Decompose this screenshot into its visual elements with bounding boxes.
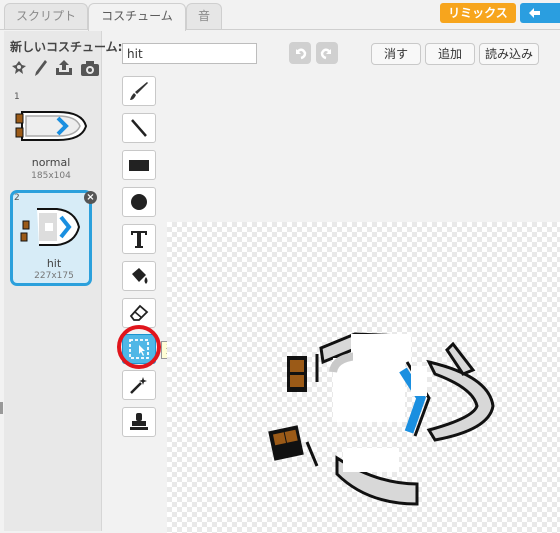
ellipse-icon (131, 194, 147, 210)
highlight-ring (117, 325, 161, 369)
tool-brush[interactable] (122, 76, 156, 106)
tool-eraser[interactable] (122, 298, 156, 328)
brush-icon (130, 82, 148, 100)
tab-divider (0, 29, 560, 30)
costume-editor: スクリプト コスチューム 音 リミックス 新しいコスチューム: 1 normal… (0, 0, 560, 533)
import-button[interactable]: 読み込み (479, 43, 539, 65)
tab-costumes[interactable]: コスチューム (88, 3, 186, 31)
paint-canvas[interactable] (167, 222, 560, 533)
tool-magic-wand[interactable] (122, 370, 156, 400)
redo-button[interactable] (316, 42, 338, 64)
costume-name: normal (31, 156, 71, 169)
fill-icon (132, 268, 148, 284)
costume-item-normal[interactable]: 1 normal 185x104 (10, 90, 92, 184)
rectangle-icon (129, 160, 149, 171)
camera-icon[interactable] (80, 59, 100, 80)
undo-button[interactable] (289, 42, 311, 64)
costume-name: hit (46, 257, 62, 270)
tool-ellipse[interactable] (122, 187, 156, 217)
tab-scripts[interactable]: スクリプト (4, 3, 88, 30)
tool-line[interactable] (122, 113, 156, 143)
line-icon (131, 119, 147, 137)
costume-number: 2 (14, 193, 20, 203)
upload-icon[interactable] (54, 59, 74, 80)
clear-button[interactable]: 消す (371, 43, 421, 65)
text-icon (131, 231, 147, 248)
tool-text[interactable] (122, 224, 156, 254)
new-costume-label: 新しいコスチューム: (10, 40, 123, 54)
panel-edge-marker (0, 402, 3, 414)
eraser-icon (129, 304, 149, 321)
stamp-icon (130, 413, 148, 430)
add-button[interactable]: 追加 (425, 43, 475, 65)
paint-from-library-icon[interactable] (10, 59, 28, 80)
costume-thumbnail (15, 111, 88, 141)
delete-costume-button[interactable]: × (84, 191, 97, 204)
paint-new-icon[interactable] (34, 59, 48, 80)
magic-wand-icon (130, 377, 147, 394)
costume-size: 185x104 (31, 171, 71, 181)
undo-icon (296, 48, 307, 60)
tool-rectangle[interactable] (122, 150, 156, 180)
share-button[interactable] (520, 3, 560, 23)
tab-sounds[interactable]: 音 (186, 3, 222, 30)
tool-fill[interactable] (122, 261, 156, 291)
costume-size: 227x175 (34, 271, 74, 281)
share-icon (529, 8, 540, 18)
costume-number: 1 (14, 92, 20, 102)
costume-drawing (268, 332, 495, 506)
costume-thumbnail (20, 208, 81, 246)
costume-name-input[interactable] (122, 43, 257, 64)
remix-button[interactable]: リミックス (440, 3, 516, 23)
costume-item-hit[interactable]: 2 hit 227x175 (10, 190, 92, 286)
tool-stamp[interactable] (122, 407, 156, 437)
redo-icon (320, 48, 331, 60)
